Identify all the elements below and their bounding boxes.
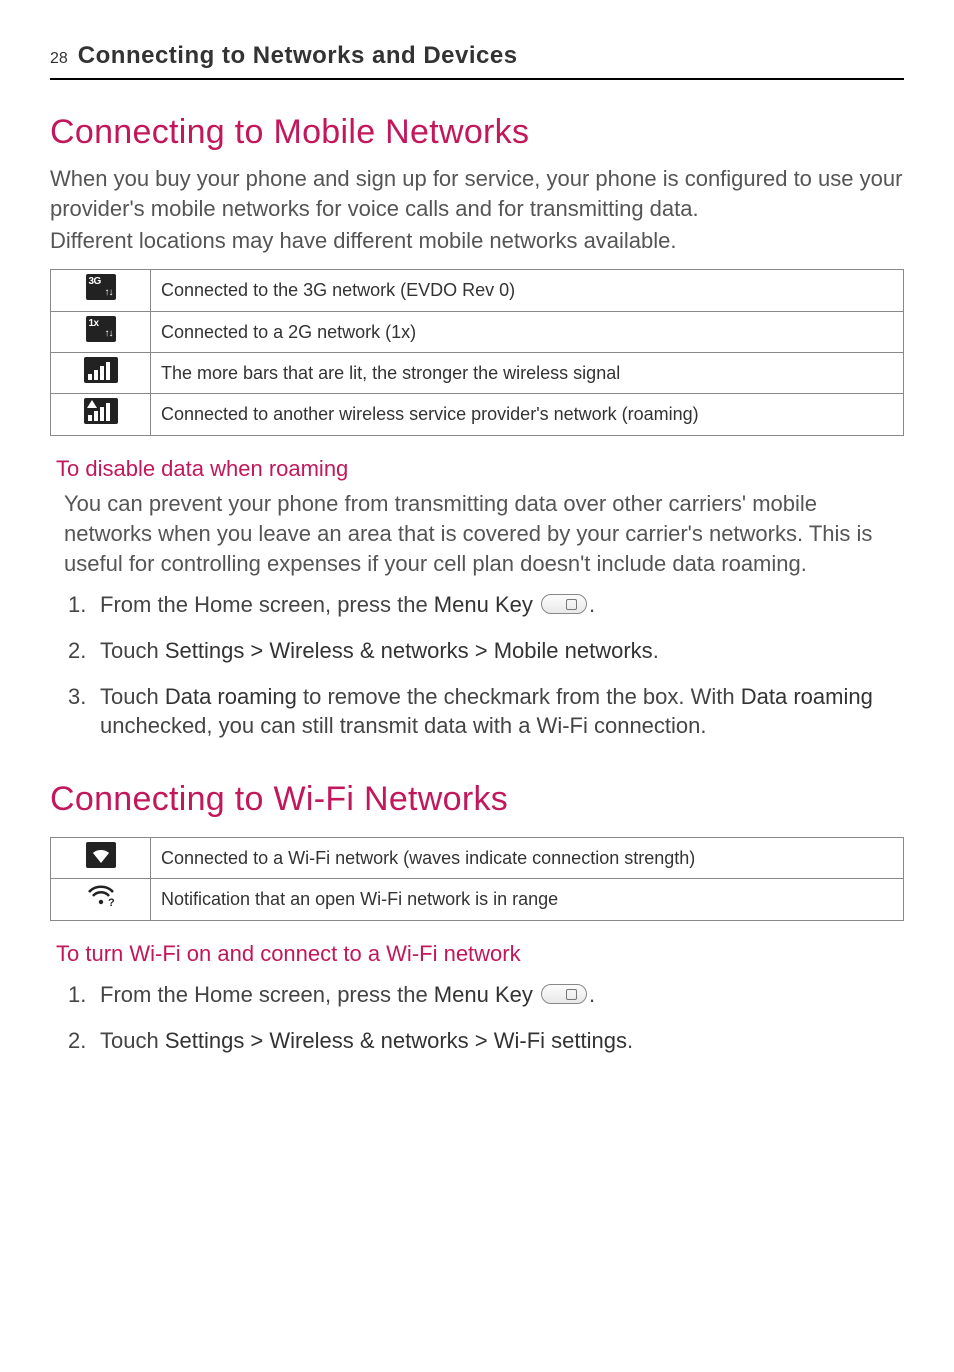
step-text: . bbox=[653, 638, 659, 663]
menu-key-icon bbox=[541, 984, 587, 1004]
svg-text:?: ? bbox=[108, 897, 115, 909]
menu-key-icon bbox=[541, 594, 587, 614]
table-row: Connected to another wireless service pr… bbox=[51, 394, 904, 435]
table-cell: The more bars that are lit, the stronger… bbox=[151, 352, 904, 393]
menu-key-label: Menu Key bbox=[434, 592, 533, 617]
table-row: Connected to a Wi-Fi network (waves indi… bbox=[51, 837, 904, 878]
table-cell: Notification that an open Wi-Fi network … bbox=[151, 879, 904, 920]
list-item: 1. From the Home screen, press the Menu … bbox=[96, 590, 904, 620]
step-text: . bbox=[627, 1028, 633, 1053]
mobile-status-table: Connected to the 3G network (EVDO Rev 0)… bbox=[50, 269, 904, 435]
table-row: Connected to a 2G network (1x) bbox=[51, 311, 904, 352]
table-cell: Connected to a 2G network (1x) bbox=[151, 311, 904, 352]
step-text: Touch bbox=[100, 684, 165, 709]
chapter-title: Connecting to Networks and Devices bbox=[78, 40, 518, 72]
list-item: 3. Touch Data roaming to remove the chec… bbox=[96, 682, 904, 741]
table-row: The more bars that are lit, the stronger… bbox=[51, 352, 904, 393]
list-item: 2. Touch Settings > Wireless & networks … bbox=[96, 636, 904, 666]
step-text: From the Home screen, press the bbox=[100, 592, 434, 617]
step-text: Touch bbox=[100, 638, 165, 663]
body-paragraph: When you buy your phone and sign up for … bbox=[50, 164, 904, 223]
data-roaming-label: Data roaming bbox=[741, 684, 873, 709]
table-row: Connected to the 3G network (EVDO Rev 0) bbox=[51, 270, 904, 311]
step-text: to remove the checkmark from the box. Wi… bbox=[297, 684, 741, 709]
settings-path: Settings > Wireless & networks > Mobile … bbox=[165, 638, 653, 663]
list-item: 2. Touch Settings > Wireless & networks … bbox=[96, 1026, 904, 1056]
table-cell: Connected to a Wi-Fi network (waves indi… bbox=[151, 837, 904, 878]
step-text: Touch bbox=[100, 1028, 165, 1053]
page-number: 28 bbox=[50, 48, 68, 70]
step-text: unchecked, you can still transmit data w… bbox=[100, 713, 707, 738]
table-row: ? Notification that an open Wi-Fi networ… bbox=[51, 879, 904, 920]
table-cell: Connected to another wireless service pr… bbox=[151, 394, 904, 435]
body-paragraph: You can prevent your phone from transmit… bbox=[64, 489, 904, 578]
subheading-wifi-connect: To turn Wi-Fi on and connect to a Wi-Fi … bbox=[56, 939, 904, 969]
settings-path: Settings > Wireless & networks > Wi-Fi s… bbox=[165, 1028, 627, 1053]
list-item: 1. From the Home screen, press the Menu … bbox=[96, 980, 904, 1010]
wifi-open-icon: ? bbox=[86, 883, 116, 909]
menu-key-label: Menu Key bbox=[434, 982, 533, 1007]
steps-list: 1. From the Home screen, press the Menu … bbox=[50, 590, 904, 741]
section-title-wifi: Connecting to Wi-Fi Networks bbox=[50, 777, 904, 823]
table-cell: Connected to the 3G network (EVDO Rev 0) bbox=[151, 270, 904, 311]
data-roaming-label: Data roaming bbox=[165, 684, 297, 709]
roaming-signal-icon bbox=[84, 398, 118, 424]
step-text: From the Home screen, press the bbox=[100, 982, 434, 1007]
steps-list: 1. From the Home screen, press the Menu … bbox=[50, 980, 904, 1055]
three-g-icon bbox=[86, 274, 116, 300]
body-paragraph: Different locations may have different m… bbox=[50, 226, 904, 256]
running-header: 28 Connecting to Networks and Devices bbox=[50, 40, 904, 80]
subheading-roaming: To disable data when roaming bbox=[56, 454, 904, 484]
wifi-connected-icon bbox=[86, 842, 116, 868]
wifi-status-table: Connected to a Wi-Fi network (waves indi… bbox=[50, 837, 904, 921]
step-text: . bbox=[589, 982, 595, 1007]
signal-bars-icon bbox=[84, 357, 118, 383]
section-title-mobile: Connecting to Mobile Networks bbox=[50, 110, 904, 156]
one-x-icon bbox=[86, 316, 116, 342]
step-text: . bbox=[589, 592, 595, 617]
